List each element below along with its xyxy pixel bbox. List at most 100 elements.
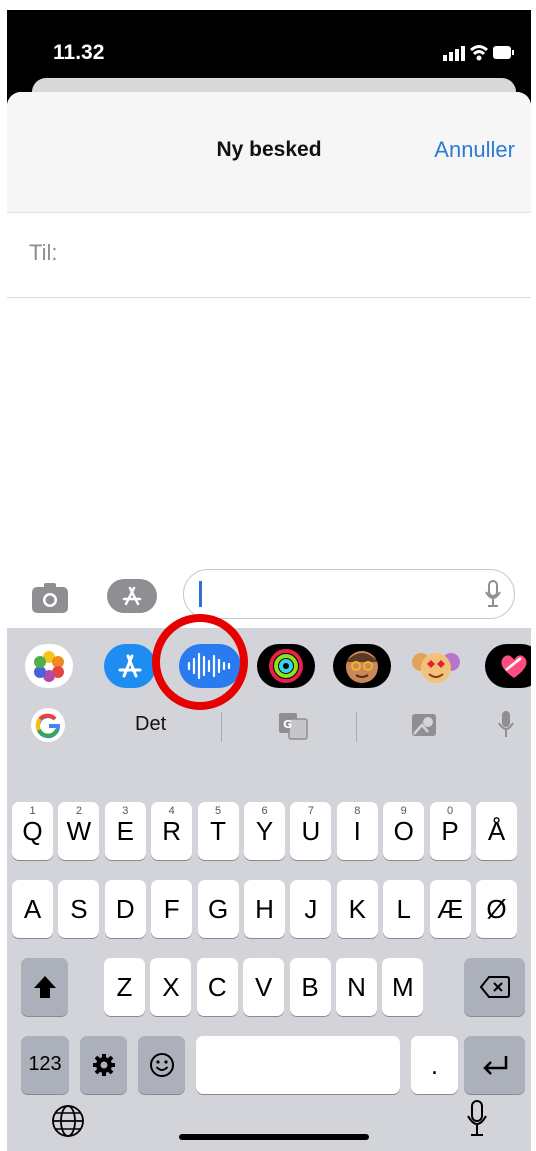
key-z[interactable]: Z — [104, 958, 145, 1016]
image-search-icon[interactable] — [410, 710, 440, 745]
voice-search-mic-icon[interactable] — [497, 710, 515, 745]
key-label: Z — [116, 972, 133, 1002]
key-o[interactable]: 9O — [383, 802, 425, 860]
key-i[interactable]: 8I — [336, 802, 378, 860]
key-label: S — [70, 894, 88, 924]
animoji-icon[interactable] — [407, 644, 465, 688]
shift-key[interactable] — [21, 958, 68, 1016]
google-icon[interactable] — [31, 708, 65, 747]
key-n[interactable]: N — [336, 958, 377, 1016]
key-k[interactable]: K — [336, 880, 378, 938]
appstore-icon[interactable] — [107, 579, 157, 613]
key-label: W — [66, 816, 92, 846]
status-time: 11.32 — [53, 41, 105, 64]
new-message-sheet: Ny besked Annuller Til: Det G 1 Q 2 W 3 … — [7, 92, 531, 1151]
key-x[interactable]: X — [150, 958, 192, 1016]
prediction-divider — [221, 712, 222, 742]
key-c[interactable]: C — [196, 958, 238, 1016]
key-s[interactable]: S — [58, 880, 100, 938]
key-f[interactable]: F — [151, 880, 193, 938]
key-p[interactable]: 0P — [429, 802, 471, 860]
imessage-apps-strip — [7, 628, 531, 698]
key-w[interactable]: 2W — [58, 802, 100, 860]
key-label: U — [301, 816, 321, 846]
key-g[interactable]: G — [197, 880, 239, 938]
prediction-suggestion[interactable]: Det — [135, 713, 166, 736]
svg-text:G: G — [283, 718, 292, 731]
period-key-label: . — [430, 1050, 439, 1080]
text-cursor — [199, 581, 202, 607]
key-label: Æ — [437, 894, 464, 924]
activity-icon[interactable] — [257, 644, 315, 688]
key-l[interactable]: L — [383, 880, 425, 938]
key-label: N — [347, 972, 366, 1002]
key-label: Ø — [486, 894, 507, 924]
key-label: V — [255, 972, 273, 1002]
key-label: D — [115, 894, 135, 924]
key-label: Q — [22, 816, 43, 846]
key-label: P — [441, 816, 459, 846]
key-label: H — [255, 894, 274, 924]
recipient-field[interactable]: Til: — [7, 213, 531, 298]
key-label: E — [116, 816, 134, 846]
key-a[interactable]: A — [12, 880, 53, 938]
key-q[interactable]: 1Q — [12, 802, 53, 860]
key-label: X — [162, 972, 180, 1002]
emoji-icon[interactable] — [138, 1036, 185, 1094]
camera-icon[interactable] — [32, 582, 74, 614]
key-label: Å — [487, 816, 506, 846]
globe-icon[interactable] — [50, 1103, 86, 1144]
numbers-key[interactable]: 123 — [21, 1036, 69, 1094]
return-key[interactable] — [464, 1036, 525, 1094]
key-label: A — [23, 894, 42, 924]
key-h[interactable]: H — [244, 880, 285, 938]
memoji-icon[interactable] — [333, 644, 391, 688]
backspace-key[interactable] — [464, 958, 525, 1016]
translate-icon[interactable]: G — [277, 711, 309, 746]
key-æ[interactable]: Æ — [429, 880, 471, 938]
highlight-circle — [152, 614, 248, 710]
key-label: R — [162, 816, 182, 846]
numbers-key-label: 123 — [28, 1053, 62, 1075]
navigation-bar: Ny besked Annuller — [7, 92, 531, 213]
key-label: C — [207, 972, 227, 1002]
key-j[interactable]: J — [290, 880, 332, 938]
key-å[interactable]: Å — [476, 802, 517, 860]
key-label: T — [210, 816, 227, 846]
status-icons — [443, 44, 515, 67]
key-label: J — [304, 894, 318, 924]
cancel-button[interactable]: Annuller — [434, 137, 515, 163]
dictation-mic-icon[interactable] — [466, 1100, 488, 1143]
key-r[interactable]: 4R — [151, 802, 193, 860]
message-input-bar — [7, 562, 531, 628]
key-label: K — [348, 894, 366, 924]
recipient-label: Til: — [29, 240, 58, 265]
key-m[interactable]: M — [382, 958, 424, 1016]
digital-touch-icon[interactable] — [485, 644, 531, 688]
key-label: F — [163, 894, 180, 924]
key-b[interactable]: B — [289, 958, 331, 1016]
period-key[interactable]: . — [411, 1036, 458, 1094]
key-t[interactable]: 5T — [197, 802, 239, 860]
key-label: G — [207, 894, 229, 924]
key-label: B — [301, 972, 319, 1002]
key-v[interactable]: V — [243, 958, 285, 1016]
message-text-field[interactable] — [183, 569, 515, 619]
dictation-mic-icon[interactable] — [484, 580, 502, 613]
home-indicator — [179, 1134, 369, 1140]
key-label: M — [392, 972, 414, 1002]
space-key[interactable] — [196, 1036, 400, 1094]
key-label: I — [353, 816, 361, 846]
settings-gear-icon[interactable] — [80, 1036, 127, 1094]
key-d[interactable]: D — [104, 880, 146, 938]
prediction-bar: Det G — [7, 698, 531, 752]
key-label: O — [393, 816, 414, 846]
photos-icon[interactable] — [25, 644, 73, 688]
appstore-app-icon[interactable] — [104, 644, 156, 688]
keyboard: Det G 1 Q 2 W 3 E 4 R 5 T 6 Y 7 U 8 I 9 … — [7, 628, 531, 1151]
key-y[interactable]: 6Y — [244, 802, 285, 860]
key-u[interactable]: 7U — [290, 802, 332, 860]
key-ø[interactable]: Ø — [476, 880, 517, 938]
key-e[interactable]: 3E — [104, 802, 146, 860]
phone-screen: 11.32 Ny besked Annuller Til: Det G 1 Q … — [7, 10, 531, 1151]
